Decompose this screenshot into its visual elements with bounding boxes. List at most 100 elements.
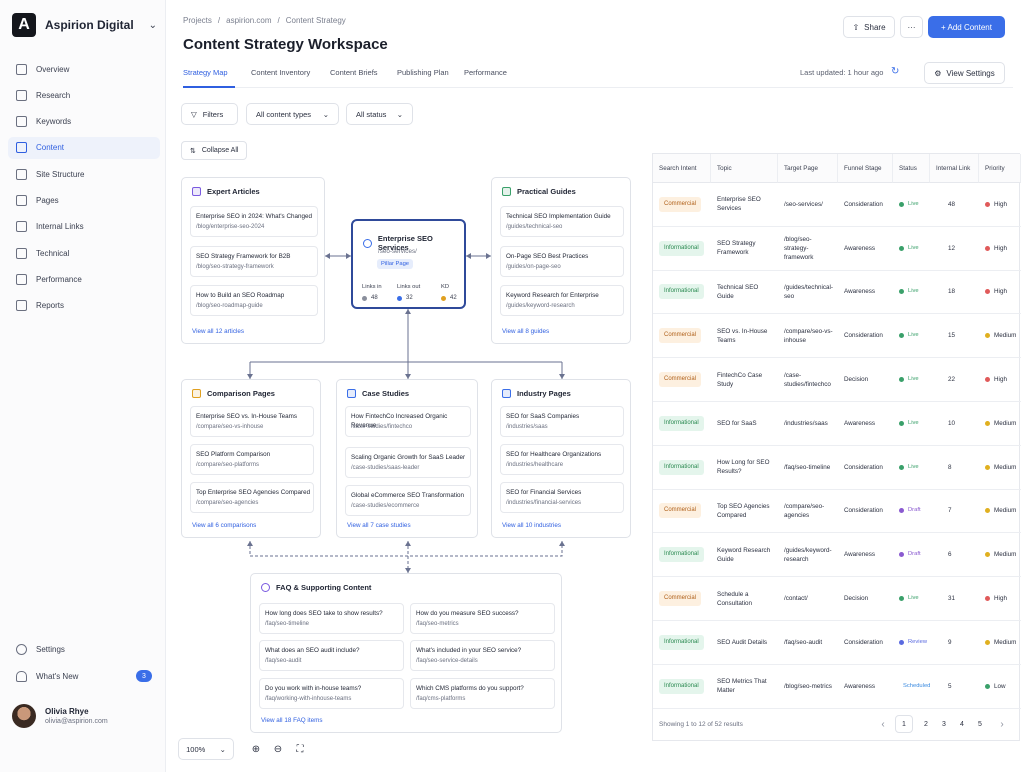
status-badge: Live [908,288,919,295]
faq-item[interactable]: Which CMS platforms do you support? /faq/… [410,678,555,709]
status-badge: Live [908,595,919,602]
table-row[interactable]: Informational SEO Strategy Framework/blog… [653,227,1021,271]
cell-priority: High [979,183,1021,226]
content-item-title: Global eCommerce SEO Transformation [351,492,465,499]
cell-internal-links: 7 [948,507,952,515]
cell-priority: Low [979,665,1021,708]
content-item-title: Enterprise SEO in 2024: What's Changed [196,213,313,220]
status-badge: Live [908,244,919,251]
content-item[interactable]: On-Page SEO Best Practices/guides/on-pag… [500,246,624,277]
table-header-funnel-stage[interactable]: Funnel Stage [838,154,893,183]
status-badge: Draft [908,551,921,558]
next-page-icon[interactable]: › [993,715,1011,733]
content-item[interactable]: SEO for Healthcare Organizations/industr… [500,444,624,475]
content-item[interactable]: Top Enterprise SEO Agencies Compared/com… [190,482,314,513]
table-row[interactable]: Informational SEO Metrics That Matter/blo… [653,665,1021,709]
cell-intent: Informational [653,446,711,489]
page-button-5[interactable]: 5 [971,715,989,733]
content-item[interactable]: Scaling Organic Growth for SaaS Leader/c… [345,447,471,478]
document-icon [502,187,511,196]
table-header-priority[interactable]: Priority [979,154,1021,183]
priority-label: Medium [994,419,1017,427]
cell-internal-links: 48 [948,200,956,208]
status-dot [899,639,904,645]
view-all-link[interactable]: View all 7 case studies [347,522,411,529]
faq-item[interactable]: How long does SEO take to show results? /… [259,603,404,634]
content-item-path: /blog/enterprise-seo-2024 [196,224,265,230]
table-header-topic[interactable]: Topic [711,154,778,183]
view-all-faq-link[interactable]: View all 18 FAQ items [261,717,322,724]
priority-dot [985,683,990,689]
table-row[interactable]: Informational SEO Audit Details/faq/seo-a… [653,621,1021,665]
fit-screen-icon[interactable]: ⛶ [290,738,310,760]
page-button-2[interactable]: 2 [917,715,935,733]
document-icon [347,389,356,398]
table-row[interactable]: Commercial FintechCo Case Study/case-stud… [653,358,1021,402]
pillar-page-card[interactable]: Enterprise SEO Services /seo-services/ P… [351,219,466,309]
page-button-1[interactable]: 1 [895,715,913,733]
faq-item[interactable]: What's included in your SEO service? /faq… [410,640,555,671]
page-button-3[interactable]: 3 [935,715,953,733]
content-item[interactable]: Global eCommerce SEO Transformation/case… [345,485,471,516]
table-header-internal-link[interactable]: Internal Link [930,154,979,183]
faq-item[interactable]: What does an SEO audit include? /faq/seo-… [259,640,404,671]
view-all-link[interactable]: View all 6 comparisons [192,522,256,529]
table-row[interactable]: Informational How Long for SEO Results? /f… [653,446,1021,490]
table-header-target-page[interactable]: Target Page [778,154,838,183]
cell-status: Scheduled [893,665,930,708]
zoom-in-icon[interactable]: ⊕ [246,738,266,760]
faq-item-title: How long does SEO take to show results? [265,610,383,617]
cluster-title: Comparison Pages [207,389,275,398]
content-item-title: SEO for Healthcare Organizations [506,451,602,458]
priority-label: High [994,200,1007,208]
content-item[interactable]: Enterprise SEO in 2024: What's Changed/b… [190,206,318,237]
intent-badge: Informational [659,240,704,256]
cell-page: /blog/seo-metrics [784,682,832,690]
document-icon [502,389,511,398]
content-item[interactable]: How to Build an SEO Roadmap/blog/seo-roa… [190,285,318,316]
table-row[interactable]: Commercial SEO vs. In-House Teams/compare… [653,314,1021,359]
priority-dot [985,201,990,207]
content-item[interactable]: SEO Platform Comparison/compare/seo-plat… [190,444,314,475]
cell-page: /guides/technical-seo [784,283,834,300]
content-item[interactable]: SEO for Financial Services/industries/fi… [500,482,624,513]
faq-card: FAQ & Supporting Content How long does SE… [250,573,562,733]
table-row[interactable]: Commercial Top SEO Agencies Compared/comp… [653,490,1021,534]
status-dot [899,377,904,383]
view-all-link[interactable]: View all 12 articles [192,328,244,335]
status-dot [899,289,904,295]
cell-internal-links: 6 [948,551,952,559]
faq-item[interactable]: How do you measure SEO success? /faq/seo-… [410,603,555,634]
page-button-4[interactable]: 4 [953,715,971,733]
table-row[interactable]: Commercial Enterprise SEO Services/seo-se… [653,183,1021,227]
prev-page-icon[interactable]: ‹ [874,715,892,733]
table-row[interactable]: Informational Technical SEO Guide/guides/… [653,271,1021,315]
content-item[interactable]: SEO Strategy Framework for B2B/blog/seo-… [190,246,318,277]
content-item[interactable]: Keyword Research for Enterprise/guides/k… [500,285,624,316]
status-dot [899,245,904,251]
table-header-search-intent[interactable]: Search Intent [653,154,711,183]
table-row[interactable]: Informational Keyword Research Guide/guid… [653,533,1021,578]
cell-topic: Top SEO Agencies Compared [717,502,770,519]
faq-item[interactable]: Do you work with in-house teams? /faq/wor… [259,678,404,709]
priority-dot [985,245,990,251]
view-all-link[interactable]: View all 10 industries [502,522,561,529]
zoom-level-select[interactable]: 100% ⌄ [178,738,234,760]
view-all-link[interactable]: View all 8 guides [502,328,549,335]
content-item[interactable]: Technical SEO Implementation Guide/guide… [500,206,624,237]
table-header-status[interactable]: Status [893,154,930,183]
chevron-down-icon: ⌄ [219,744,226,754]
cell-topic: Schedule a Consultation [717,590,753,607]
table-row[interactable]: Commercial Schedule a Consultation/contac… [653,577,1021,621]
content-item[interactable]: How FintechCo Increased Organic Revenue /… [345,406,471,437]
cell-topic: Technical SEO Guide [717,283,759,300]
zoom-level-value: 100% [186,744,206,754]
cluster-card-case-studies: Case Studies How FintechCo Increased Orga… [336,379,478,538]
content-item[interactable]: Enterprise SEO vs. In-House Teams/compar… [190,406,314,437]
status-dot [899,201,904,207]
content-item-path: /guides/on-page-seo [506,264,561,270]
zoom-out-icon[interactable]: ⊖ [268,738,288,760]
content-item[interactable]: SEO for SaaS Companies/industries/saas [500,406,624,437]
table-row[interactable]: Informational SEO for SaaS/industries/saa… [653,402,1021,446]
cell-intent: Informational [653,227,711,270]
